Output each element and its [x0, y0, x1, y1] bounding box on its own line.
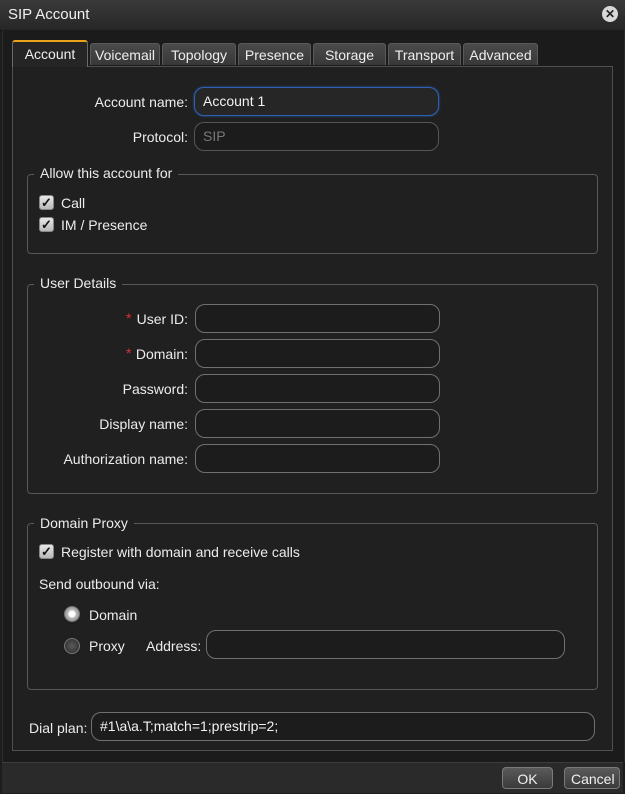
- register-checkbox[interactable]: ✓: [39, 544, 54, 559]
- call-label: Call: [61, 195, 86, 211]
- display-name-input[interactable]: [195, 409, 440, 438]
- tab-transport[interactable]: Transport: [388, 43, 461, 65]
- user-id-input[interactable]: [195, 304, 440, 333]
- tab-voicemail[interactable]: Voicemail: [90, 43, 160, 65]
- address-label: Address:: [146, 638, 202, 654]
- password-label: Password:: [122, 381, 188, 397]
- user-id-label: User ID:: [136, 311, 188, 327]
- close-icon[interactable]: ✕: [602, 6, 618, 22]
- authorization-name-label: Authorization name:: [63, 451, 188, 467]
- cancel-button[interactable]: Cancel: [564, 767, 620, 789]
- ok-button[interactable]: OK: [502, 767, 553, 789]
- address-input[interactable]: [206, 630, 565, 659]
- display-name-label: Display name:: [99, 416, 188, 432]
- account-name-input[interactable]: Account 1: [194, 87, 439, 116]
- domain-radio-label: Domain: [89, 607, 138, 623]
- title-bar: SIP Account ✕: [0, 0, 625, 31]
- dial-plan-label: Dial plan:: [29, 720, 88, 736]
- required-marker: *: [126, 310, 132, 326]
- proxy-radio[interactable]: [64, 638, 80, 654]
- protocol-label: Protocol:: [132, 129, 188, 145]
- proxy-radio-label: Proxy: [89, 638, 125, 654]
- password-input[interactable]: [195, 374, 440, 403]
- required-marker: *: [126, 345, 132, 361]
- call-checkbox[interactable]: ✓: [39, 195, 54, 210]
- allow-group-title: Allow this account for: [34, 165, 179, 181]
- domain-label: Domain:: [135, 346, 188, 362]
- dial-plan-input[interactable]: #1\a\a.T;match=1;prestrip=2;: [91, 712, 595, 741]
- protocol-field: SIP: [194, 122, 439, 151]
- tab-topology[interactable]: Topology: [162, 43, 236, 65]
- user-details-title: User Details: [34, 275, 123, 291]
- domain-input[interactable]: [195, 339, 440, 368]
- account-name-label: Account name:: [94, 94, 188, 110]
- tab-presence[interactable]: Presence: [238, 43, 311, 65]
- tab-advanced[interactable]: Advanced: [463, 43, 538, 65]
- authorization-name-input[interactable]: [195, 444, 440, 473]
- im-presence-checkbox[interactable]: ✓: [39, 217, 54, 232]
- window-title: SIP Account: [8, 6, 90, 23]
- domain-radio[interactable]: [64, 606, 80, 622]
- tab-storage[interactable]: Storage: [313, 43, 386, 65]
- send-outbound-label: Send outbound via:: [39, 576, 160, 592]
- tab-account[interactable]: Account: [12, 40, 88, 67]
- allow-group: [27, 174, 598, 254]
- register-label: Register with domain and receive calls: [61, 544, 300, 560]
- domain-proxy-title: Domain Proxy: [34, 515, 134, 531]
- im-presence-label: IM / Presence: [61, 217, 148, 233]
